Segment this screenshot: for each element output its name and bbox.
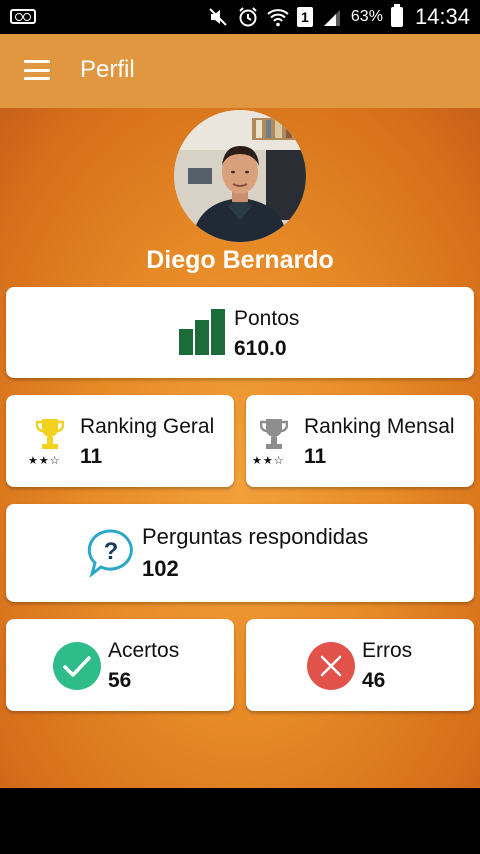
voicemail-icon: [10, 9, 36, 24]
answered-value: 102: [142, 556, 179, 581]
answered-label: Perguntas respondidas: [142, 524, 369, 549]
ranking-general-stars: ★★☆: [28, 455, 61, 467]
battery-percent: 63%: [350, 8, 383, 25]
signal-icon: [321, 6, 343, 28]
clock: 14:34: [414, 4, 470, 29]
ranking-monthly-label: Ranking Mensal: [304, 415, 455, 438]
correct-answers-card[interactable]: Acertos 56: [6, 619, 234, 711]
wrong-label: Erros: [362, 639, 413, 662]
wrong-value: 46: [362, 669, 386, 692]
points-label: Pontos: [234, 307, 300, 330]
points-value: 610.0: [234, 337, 287, 360]
wrong-answers-card[interactable]: Erros 46: [246, 619, 474, 711]
page-title: Perfil: [80, 56, 135, 83]
app-bar: Perfil: [0, 34, 480, 108]
gold-trophy-icon: [36, 419, 64, 449]
profile-content: Diego Bernardo Pontos 610.0 ★★☆ Ranking …: [0, 108, 480, 788]
question-bubble-icon: ?: [87, 529, 133, 578]
mute-icon: [207, 6, 229, 28]
x-circle-icon: [307, 642, 355, 690]
ranking-monthly-stars: ★★☆: [252, 455, 285, 467]
answered-questions-card[interactable]: ? Perguntas respondidas 102: [6, 504, 474, 602]
avatar: [174, 110, 306, 242]
ranking-monthly-card[interactable]: ★★☆ Ranking Mensal 11: [246, 395, 474, 487]
navigation-area: [0, 788, 480, 854]
ranking-monthly-value: 11: [304, 445, 327, 468]
svg-text:?: ?: [104, 538, 119, 565]
ranking-general-card[interactable]: ★★☆ Ranking Geral 11: [6, 395, 234, 487]
correct-value: 56: [108, 669, 132, 692]
alarm-icon: [237, 6, 259, 28]
points-card[interactable]: Pontos 610.0: [6, 287, 474, 378]
correct-label: Acertos: [108, 639, 180, 662]
bar-chart-icon: [179, 309, 225, 355]
status-icons: 1 63% 14:34: [207, 0, 470, 34]
ranking-general-value: 11: [80, 445, 103, 468]
ranking-general-label: Ranking Geral: [80, 415, 215, 438]
status-bar: 1 63% 14:34: [0, 0, 480, 34]
user-name: Diego Bernardo: [146, 246, 334, 274]
check-circle-icon: [53, 642, 101, 690]
hamburger-menu-icon[interactable]: [24, 60, 50, 80]
wifi-icon: [267, 6, 289, 28]
battery-icon: [390, 4, 403, 27]
sim-slot-icon: 1: [296, 7, 313, 27]
silver-trophy-icon: [260, 419, 288, 449]
